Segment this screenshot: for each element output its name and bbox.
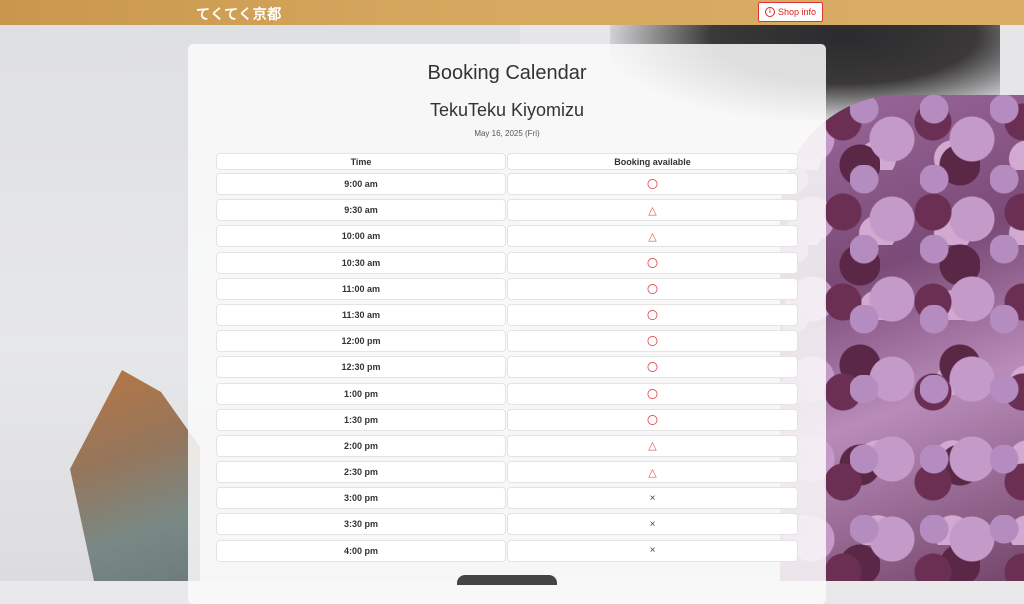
availability-mark: ×: [649, 492, 656, 504]
time-cell: 2:30 pm: [216, 461, 506, 484]
availability-cell[interactable]: 〇: [507, 330, 798, 353]
availability-cell[interactable]: △: [507, 434, 798, 457]
bottom-button[interactable]: [457, 575, 557, 585]
booking-table: Time Booking available 9:00 am 〇 9:30 am △ 1…: [216, 153, 798, 566]
table-row[interactable]: 4:00 pm ×: [216, 539, 798, 562]
time-cell: 3:00 pm: [216, 487, 506, 510]
availability-mark: △: [648, 440, 657, 453]
availability-cell[interactable]: 〇: [507, 382, 798, 405]
availability-cell[interactable]: 〇: [507, 277, 798, 300]
table-row[interactable]: 3:30 pm ×: [216, 513, 798, 536]
table-row[interactable]: 3:00 pm ×: [216, 487, 798, 510]
shop-name: TekuTeku Kiyomizu: [429, 100, 585, 120]
availability-cell[interactable]: ×: [507, 487, 798, 510]
info-icon: i: [765, 7, 775, 17]
table-row[interactable]: 11:30 am 〇: [216, 303, 798, 326]
shop-info-button[interactable]: i Shop info: [758, 2, 824, 22]
availability-cell[interactable]: 〇: [507, 173, 798, 195]
table-row[interactable]: 1:30 pm 〇: [216, 408, 798, 431]
time-cell: 12:30 pm: [216, 356, 506, 379]
shop-info-label: Shop info: [778, 7, 817, 17]
availability-cell[interactable]: 〇: [507, 251, 798, 274]
time-cell: 12:00 pm: [216, 330, 506, 353]
page-title: Booking Calendar: [427, 62, 587, 84]
availability-cell[interactable]: ×: [507, 513, 798, 536]
availability-mark: ×: [649, 545, 656, 557]
availability-cell[interactable]: △: [507, 199, 798, 222]
availability-mark: △: [648, 204, 657, 217]
availability-mark: 〇: [647, 362, 658, 375]
column-header-availability: Booking available: [507, 153, 798, 170]
time-cell: 10:00 am: [216, 225, 506, 248]
availability-mark: △: [648, 466, 657, 479]
availability-cell[interactable]: 〇: [507, 356, 798, 379]
time-cell: 9:30 am: [216, 199, 506, 222]
time-cell: 9:00 am: [216, 173, 506, 195]
availability-mark: 〇: [647, 336, 658, 349]
time-cell: 1:00 pm: [216, 382, 506, 405]
table-row[interactable]: 9:00 am 〇: [216, 173, 798, 195]
availability-mark: 〇: [647, 414, 658, 427]
time-cell: 11:00 am: [216, 277, 506, 300]
availability-mark: ×: [649, 518, 656, 530]
time-cell: 10:30 am: [216, 251, 506, 274]
time-cell: 2:00 pm: [216, 434, 506, 457]
availability-mark: 〇: [647, 309, 658, 322]
booking-card: Booking Calendar TekuTeku Kiyomizu May 1…: [188, 44, 826, 604]
time-cell: 1:30 pm: [216, 408, 506, 431]
table-row[interactable]: 1:00 pm 〇: [216, 382, 798, 405]
availability-mark: △: [648, 230, 657, 243]
table-row[interactable]: 10:30 am 〇: [216, 251, 798, 274]
table-row[interactable]: 11:00 am 〇: [216, 277, 798, 300]
availability-cell[interactable]: 〇: [507, 303, 798, 326]
top-bar: てくてく京都 i Shop info: [0, 0, 1024, 25]
availability-cell[interactable]: 〇: [507, 408, 798, 431]
table-row[interactable]: 12:30 pm 〇: [216, 356, 798, 379]
table-row[interactable]: 2:30 pm △: [216, 461, 798, 484]
availability-mark: 〇: [647, 388, 658, 401]
time-cell: 3:30 pm: [216, 513, 506, 536]
table-row[interactable]: 2:00 pm △: [216, 434, 798, 457]
booking-date: May 16, 2025 (Fri): [474, 129, 540, 138]
availability-mark: 〇: [647, 179, 658, 191]
time-cell: 11:30 am: [216, 303, 506, 326]
table-row[interactable]: 10:00 am △: [216, 225, 798, 248]
table-row[interactable]: 12:00 pm 〇: [216, 330, 798, 353]
table-row[interactable]: 9:30 am △: [216, 199, 798, 222]
time-cell: 4:00 pm: [216, 539, 506, 562]
availability-mark: 〇: [647, 283, 658, 296]
availability-cell[interactable]: △: [507, 461, 798, 484]
availability-cell[interactable]: △: [507, 225, 798, 248]
brand-logo[interactable]: てくてく京都: [196, 4, 282, 24]
availability-cell[interactable]: ×: [507, 539, 798, 562]
availability-mark: 〇: [647, 257, 658, 270]
column-header-time: Time: [216, 153, 506, 170]
table-header-row: Time Booking available: [216, 153, 798, 170]
